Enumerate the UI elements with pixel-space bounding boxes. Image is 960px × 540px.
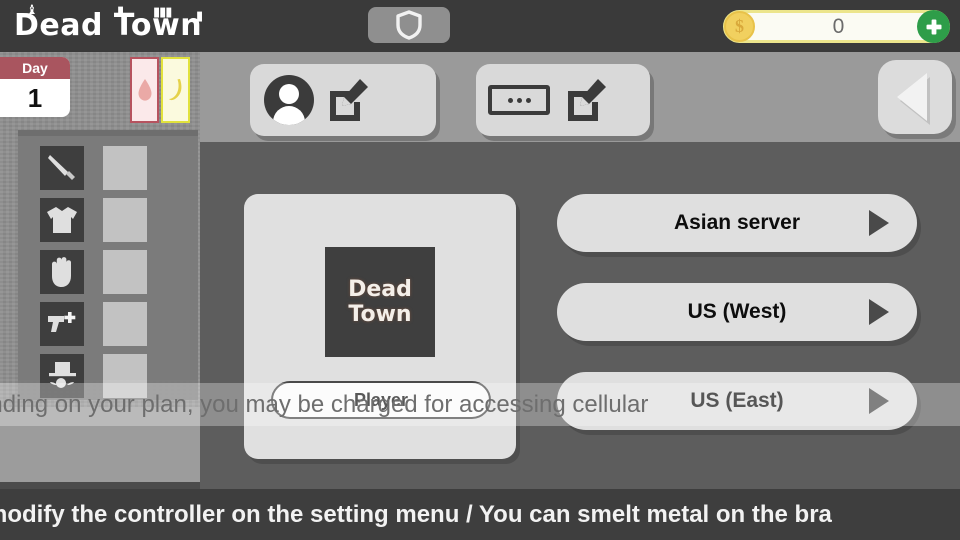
coin-icon: $ — [724, 11, 755, 42]
server-button-us-west[interactable]: US (West) — [557, 283, 917, 341]
inventory-slot-gun[interactable] — [40, 302, 84, 346]
top-header-bar: ♝ ▮ ▮▮▮ ▮ Dead Town $ 0 — [0, 0, 960, 52]
inventory-row — [40, 198, 147, 242]
profile-toolbar — [250, 64, 650, 136]
shield-icon — [396, 10, 422, 40]
inventory-empty-slot[interactable] — [103, 198, 147, 242]
inventory-empty-slot[interactable] — [103, 250, 147, 294]
logo-tile-line2: Town — [348, 302, 412, 327]
game-screen: ♝ ▮ ▮▮▮ ▮ Dead Town $ 0 Day 1 Dead Town … — [0, 0, 960, 540]
ticker-text: modify the controller on the setting men… — [0, 500, 832, 528]
inventory-slot-hand[interactable] — [40, 250, 84, 294]
status-gauges — [130, 57, 190, 123]
add-coins-button[interactable] — [917, 10, 950, 43]
game-logo-text: Dead Town — [14, 8, 203, 43]
play-arrow-icon — [869, 210, 889, 236]
notice-text: ending on your plan, you may be charged … — [0, 390, 649, 418]
inventory-row — [40, 250, 147, 294]
inventory-empty-slot[interactable] — [103, 302, 147, 346]
logo-deco-hand-icon: ♝ — [26, 3, 39, 18]
bottom-tip-ticker: modify the controller on the setting men… — [0, 489, 960, 540]
cellular-notice-banner: ending on your plan, you may be charged … — [0, 383, 960, 426]
game-logo: ♝ ▮ ▮▮▮ ▮ Dead Town — [14, 3, 204, 46]
day-label: Day — [0, 57, 70, 79]
world-dark-strip — [0, 482, 200, 489]
avatar-edit-button[interactable] — [250, 64, 436, 136]
gun-add-icon — [48, 312, 76, 332]
play-arrow-icon — [869, 299, 889, 325]
inventory-row — [40, 302, 147, 346]
knife-icon — [48, 155, 75, 180]
nickname-edit-button[interactable] — [476, 64, 650, 136]
currency-bar[interactable]: $ 0 — [723, 10, 950, 43]
shield-button[interactable] — [368, 7, 450, 43]
inventory-panel — [18, 136, 198, 400]
inventory-empty-slot[interactable] — [103, 146, 147, 190]
server-button-asian[interactable]: Asian server — [557, 194, 917, 252]
back-button[interactable] — [878, 60, 952, 134]
logo-deco-fence-icon: ▮▮▮ — [153, 5, 172, 20]
logo-deco-mark-icon: ▮ — [196, 9, 204, 24]
inventory-slot-armor[interactable] — [40, 198, 84, 242]
server-label: Asian server — [673, 211, 801, 234]
server-label: US (West) — [687, 300, 787, 323]
game-logo-tile: Dead Town — [325, 247, 435, 357]
water-gauge — [130, 57, 159, 123]
edit-pencil-icon — [330, 79, 368, 121]
day-value: 1 — [27, 82, 43, 113]
avatar-icon — [264, 75, 314, 125]
edit-pencil-icon — [568, 79, 606, 121]
inventory-slot-weapon[interactable] — [40, 146, 84, 190]
inventory-row — [40, 146, 147, 190]
nameplate-icon — [488, 85, 550, 115]
logo-tile-line1: Dead — [348, 276, 412, 302]
coin-amount: 0 — [832, 14, 845, 38]
water-drop-icon — [138, 79, 151, 101]
plus-icon — [926, 19, 941, 34]
day-counter-badge: Day 1 — [0, 57, 70, 117]
banana-icon — [168, 79, 181, 101]
back-triangle-icon — [897, 73, 927, 121]
hand-icon — [52, 257, 71, 287]
shirt-icon — [47, 207, 77, 233]
food-gauge — [161, 57, 190, 123]
logo-deco-flag-icon: ▮ — [117, 4, 125, 19]
